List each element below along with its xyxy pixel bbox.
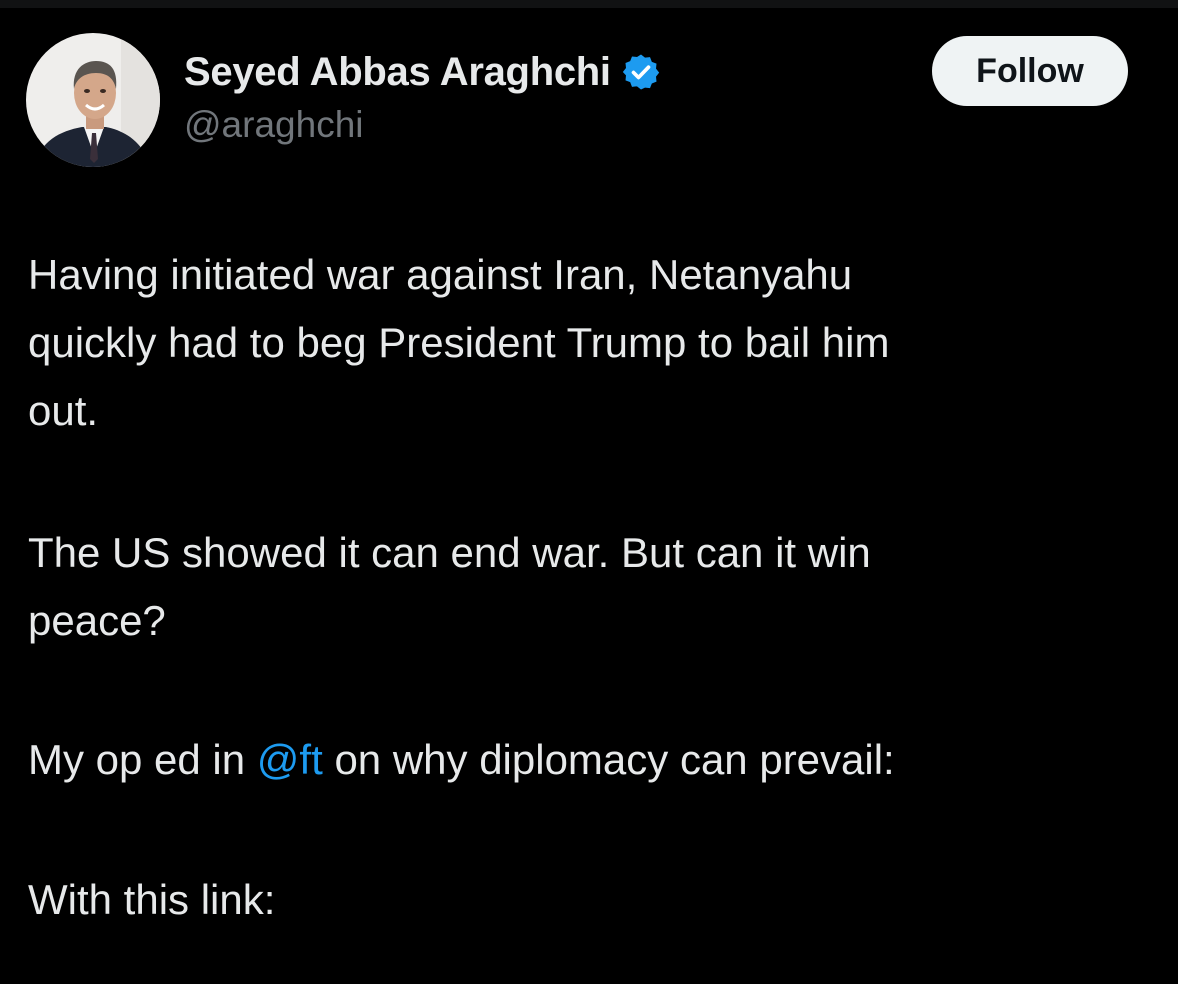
author-display-name[interactable]: Seyed Abbas Araghchi	[184, 50, 611, 95]
tweet-line: Having initiated war against Iran, Netan…	[28, 251, 853, 298]
top-edge-strip	[0, 0, 1178, 8]
tweet-line: With this link:	[28, 876, 276, 923]
tweet-paragraph-4: With this link:	[28, 866, 275, 934]
tweet-line: peace?	[28, 597, 166, 644]
tweet-text-segment: My op ed in	[28, 736, 257, 783]
author-handle[interactable]: @araghchi	[184, 104, 364, 146]
mention-link[interactable]: @ft	[257, 736, 323, 783]
tweet-text-segment: on why diplomacy can prevail:	[322, 736, 895, 783]
tweet-paragraph-2: The US showed it can end war. But can it…	[28, 519, 871, 655]
author-name-row[interactable]: Seyed Abbas Araghchi	[184, 48, 661, 96]
tweet-line: quickly had to beg President Trump to ba…	[28, 319, 890, 366]
avatar[interactable]	[26, 33, 160, 167]
tweet-paragraph-1: Having initiated war against Iran, Netan…	[28, 241, 889, 445]
tweet-line: The US showed it can end war. But can it…	[28, 529, 871, 576]
follow-button[interactable]: Follow	[932, 36, 1128, 106]
avatar-photo	[26, 33, 160, 167]
tweet-line: out.	[28, 387, 99, 434]
tweet-paragraph-3: My op ed in @ft on why diplomacy can pre…	[28, 726, 895, 794]
verified-badge-icon[interactable]	[621, 52, 661, 92]
